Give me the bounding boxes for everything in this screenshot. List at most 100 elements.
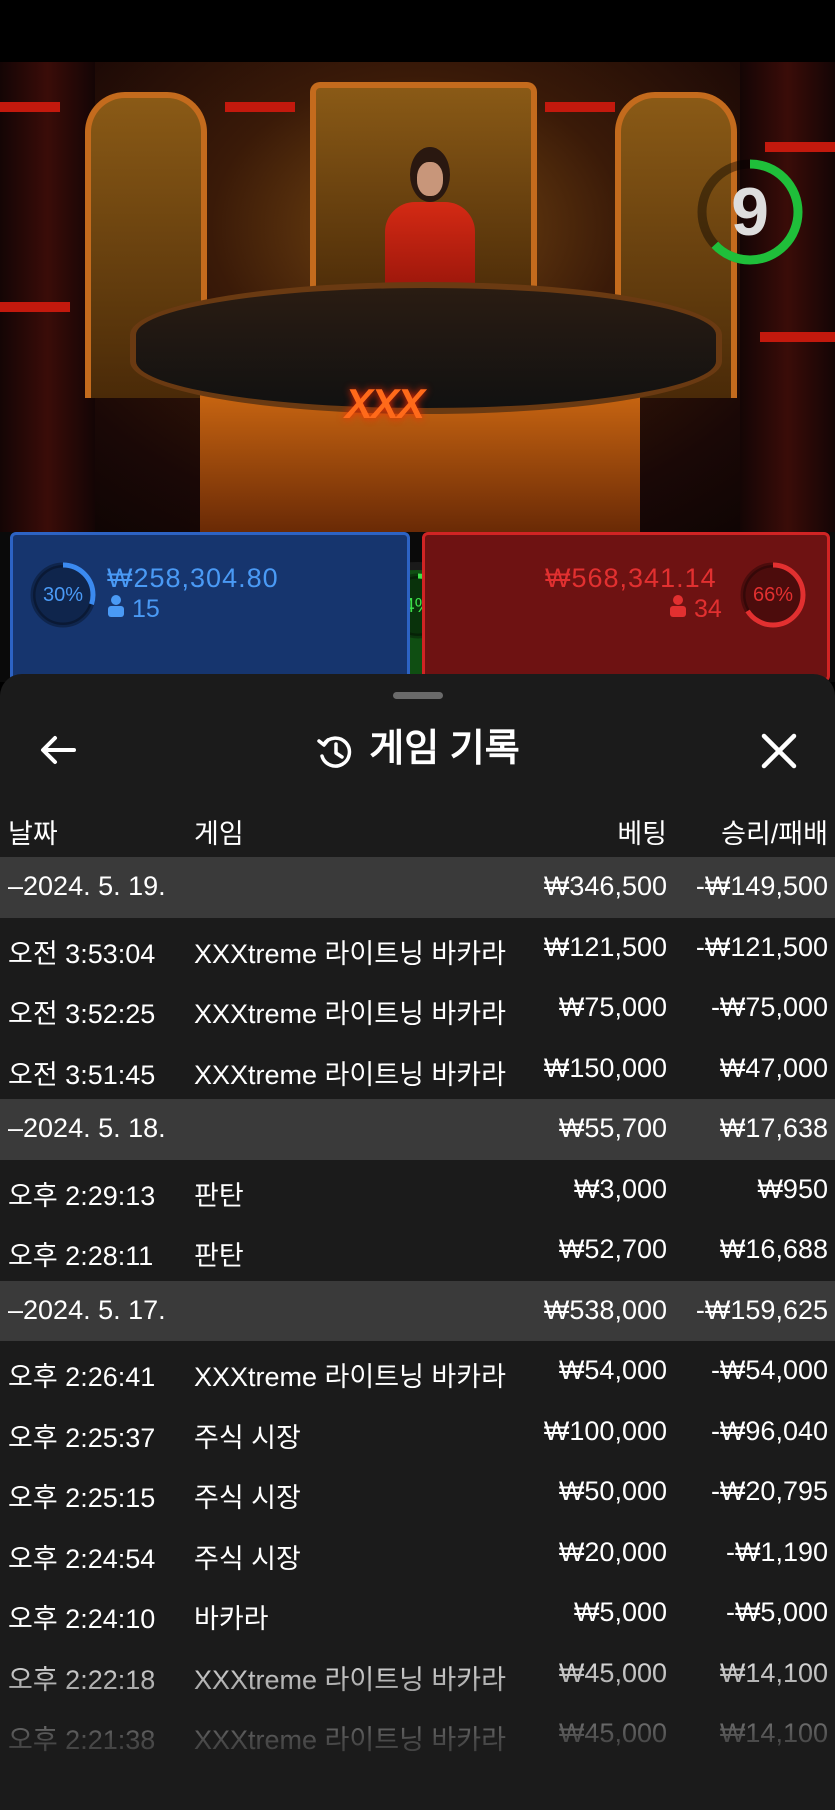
row-time: 오후 2:25:15 xyxy=(8,1483,156,1513)
row-result: -₩96,040 xyxy=(710,1415,828,1446)
history-row[interactable]: 오후 2:25:15 주식 시장 ₩50,000 -₩20,795 xyxy=(0,1462,835,1523)
history-row[interactable]: 오후 2:28:11 판탄 ₩52,700 ₩16,688 xyxy=(0,1220,835,1281)
row-bet: ₩5,000 xyxy=(573,1597,667,1627)
history-row[interactable]: 오후 2:21:38 XXXtreme 라이트닝 바카라 ₩45,000 ₩14… xyxy=(0,1704,835,1765)
player-count-value: 15 xyxy=(131,595,160,623)
date-label: –2024. 5. 19. xyxy=(8,871,166,901)
row-result: ₩950 xyxy=(757,1173,828,1204)
row-game: XXXtreme 라이트닝 바카라 xyxy=(194,938,506,969)
sheet-title-text: 게임 기록 xyxy=(369,728,520,770)
column-game: 게임 xyxy=(194,819,244,849)
banker-percent: 66% xyxy=(752,584,794,606)
row-game: 바카라 xyxy=(194,1604,269,1634)
player-percent-ring: 30% xyxy=(27,559,99,631)
row-bet: ₩100,000 xyxy=(543,1415,667,1446)
row-game: 판탄 xyxy=(194,1241,244,1271)
row-result: ₩14,100 xyxy=(719,1718,828,1748)
date-result-total: -₩149,500 xyxy=(695,871,828,901)
history-row[interactable]: 오후 2:24:10 바카라 ₩5,000 -₩5,000 xyxy=(0,1583,835,1644)
banker-amount: ₩568,341.14 xyxy=(545,563,717,593)
banker-bet-spot[interactable]: ₩568,341.14 34 66% xyxy=(422,532,830,682)
row-time: 오전 3:51:45 xyxy=(8,1059,156,1090)
row-game: XXXtreme 라이트닝 바카라 xyxy=(194,1059,506,1090)
status-bar xyxy=(0,0,835,62)
date-row[interactable]: –2024. 5. 17. ₩538,000 -₩159,625 xyxy=(0,1280,835,1341)
drag-handle[interactable] xyxy=(393,692,443,699)
row-bet: ₩3,000 xyxy=(573,1173,667,1204)
arrow-left-icon xyxy=(41,736,76,764)
bet-distribution: 4% 30% ₩258,304.80 15 ₩568,341.14 34 66% xyxy=(0,532,835,857)
history-row[interactable]: 오후 2:26:41 XXXtreme 라이트닝 바카라 ₩54,000 -₩5… xyxy=(0,1341,835,1402)
history-list: –2024. 5. 19. ₩346,500 -₩149,500 오전 3:53… xyxy=(0,857,835,1765)
row-game: 주식 시장 xyxy=(194,1422,301,1453)
baccarat-table xyxy=(130,282,722,414)
date-bet-total: ₩538,000 xyxy=(543,1294,667,1325)
banker-percent-ring: 66% xyxy=(737,559,809,631)
row-time: 오후 2:28:11 xyxy=(8,1241,154,1271)
history-row[interactable]: 오후 2:25:37 주식 시장 ₩100,000 -₩96,040 xyxy=(0,1402,835,1463)
dealer-face xyxy=(417,162,443,196)
history-row[interactable]: 오후 2:22:18 XXXtreme 라이트닝 바카라 ₩45,000 ₩14… xyxy=(0,1644,835,1705)
close-icon xyxy=(761,733,797,769)
left-pillar xyxy=(0,62,95,532)
player-amount: ₩258,304.80 xyxy=(107,563,279,593)
decor-band xyxy=(0,302,70,312)
countdown-timer: 9 xyxy=(695,157,805,267)
date-row[interactable]: –2024. 5. 18. ₩55,700 ₩17,638 xyxy=(0,1099,835,1160)
row-result: -₩75,000 xyxy=(710,992,828,1022)
person-icon xyxy=(107,595,132,623)
banker-count: 34 xyxy=(669,595,722,624)
row-bet: ₩150,000 xyxy=(543,1052,667,1083)
row-result: -₩54,000 xyxy=(710,1355,828,1385)
history-row[interactable]: 오전 3:53:04 XXXtreme 라이트닝 바카라 ₩121,500 -₩… xyxy=(0,918,835,979)
live-video-feed: XXX 9 xyxy=(0,62,835,532)
row-bet: ₩50,000 xyxy=(558,1476,667,1506)
row-bet: ₩45,000 xyxy=(558,1657,667,1688)
row-time: 오후 2:24:10 xyxy=(8,1604,156,1634)
player-count: 15 xyxy=(107,595,160,624)
decor-band xyxy=(765,142,835,152)
row-time: 오전 3:53:04 xyxy=(8,938,156,969)
date-bet-total: ₩55,700 xyxy=(558,1113,667,1143)
decor-band xyxy=(225,102,295,112)
row-result: ₩16,688 xyxy=(719,1234,828,1264)
date-label: –2024. 5. 18. xyxy=(8,1113,166,1143)
row-game: 주식 시장 xyxy=(194,1483,301,1513)
history-row[interactable]: 오전 3:51:45 XXXtreme 라이트닝 바카라 ₩150,000 ₩4… xyxy=(0,1039,835,1100)
column-date: 날짜 xyxy=(8,819,58,849)
close-button[interactable] xyxy=(754,726,804,776)
player-percent: 30% xyxy=(42,584,84,606)
row-game: XXXtreme 라이트닝 바카라 xyxy=(194,1664,506,1695)
column-bet: 베팅 xyxy=(617,819,667,849)
row-result: -₩1,190 xyxy=(725,1536,828,1567)
date-result-total: ₩17,638 xyxy=(719,1113,828,1143)
player-bet-spot[interactable]: 30% ₩258,304.80 15 xyxy=(10,532,410,682)
back-button[interactable] xyxy=(36,728,80,772)
decor-band xyxy=(545,102,615,112)
history-row[interactable]: 오전 3:52:25 XXXtreme 라이트닝 바카라 ₩75,000 -₩7… xyxy=(0,978,835,1039)
row-time: 오후 2:24:54 xyxy=(8,1543,156,1574)
history-row[interactable]: 오후 2:24:54 주식 시장 ₩20,000 -₩1,190 xyxy=(0,1523,835,1584)
date-label: –2024. 5. 17. xyxy=(8,1294,166,1325)
history-row[interactable]: 오후 2:29:13 판탄 ₩3,000 ₩950 xyxy=(0,1160,835,1221)
right-pillar xyxy=(740,62,835,532)
table-logo: XXX xyxy=(345,380,425,427)
timer-value: 9 xyxy=(731,174,769,250)
row-result: ₩14,100 xyxy=(719,1657,828,1688)
row-time: 오후 2:26:41 xyxy=(8,1362,156,1392)
sheet-title: 게임 기록 xyxy=(0,716,835,782)
row-bet: ₩54,000 xyxy=(558,1355,667,1385)
row-result: -₩121,500 xyxy=(695,931,828,962)
row-game: 주식 시장 xyxy=(194,1543,301,1574)
date-bet-total: ₩346,500 xyxy=(543,871,667,901)
history-icon xyxy=(315,727,355,768)
date-row[interactable]: –2024. 5. 19. ₩346,500 -₩149,500 xyxy=(0,857,835,918)
row-time: 오전 3:52:25 xyxy=(8,999,156,1029)
row-time: 오후 2:25:37 xyxy=(8,1422,156,1453)
row-bet: ₩52,700 xyxy=(558,1234,667,1264)
row-result: ₩47,000 xyxy=(719,1052,828,1083)
column-result: 승리/패배 xyxy=(721,819,828,849)
row-game: XXXtreme 라이트닝 바카라 xyxy=(194,1362,506,1392)
row-result: -₩5,000 xyxy=(725,1597,828,1627)
row-game: 판탄 xyxy=(194,1180,244,1211)
